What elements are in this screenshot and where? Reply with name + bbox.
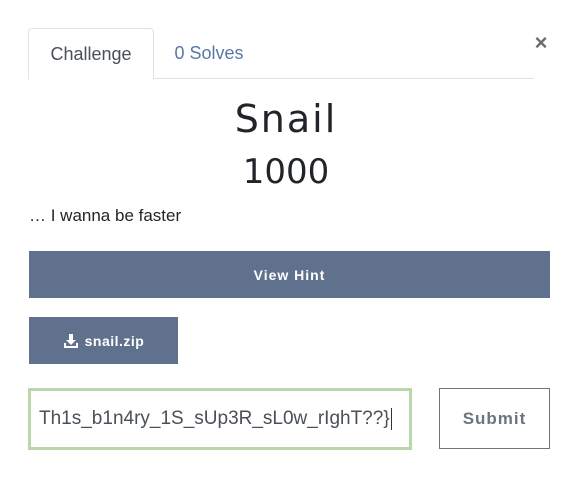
challenge-description: … I wanna be faster bbox=[29, 206, 182, 225]
challenge-value: 1000 bbox=[242, 152, 330, 192]
tab-challenge[interactable]: Challenge bbox=[28, 28, 154, 80]
text-caret bbox=[390, 408, 392, 430]
challenge-name: Snail bbox=[234, 97, 338, 141]
file-download-button[interactable]: snail.zip bbox=[29, 317, 178, 364]
submit-button[interactable]: Submit bbox=[439, 388, 550, 449]
download-icon bbox=[63, 333, 78, 348]
close-icon[interactable]: × bbox=[532, 32, 550, 54]
flag-input-value: Th1s_b1n4ry_1S_sUp3R_sL0w_rIghT??} bbox=[39, 408, 390, 429]
tab-solves[interactable]: 0 Solves bbox=[164, 28, 254, 79]
flag-input[interactable]: Th1s_b1n4ry_1S_sUp3R_sL0w_rIghT??} bbox=[28, 388, 412, 450]
challenge-tabs: Challenge 0 Solves bbox=[28, 28, 534, 80]
file-name: snail.zip bbox=[84, 332, 145, 349]
view-hint-button[interactable]: View Hint bbox=[29, 251, 550, 298]
